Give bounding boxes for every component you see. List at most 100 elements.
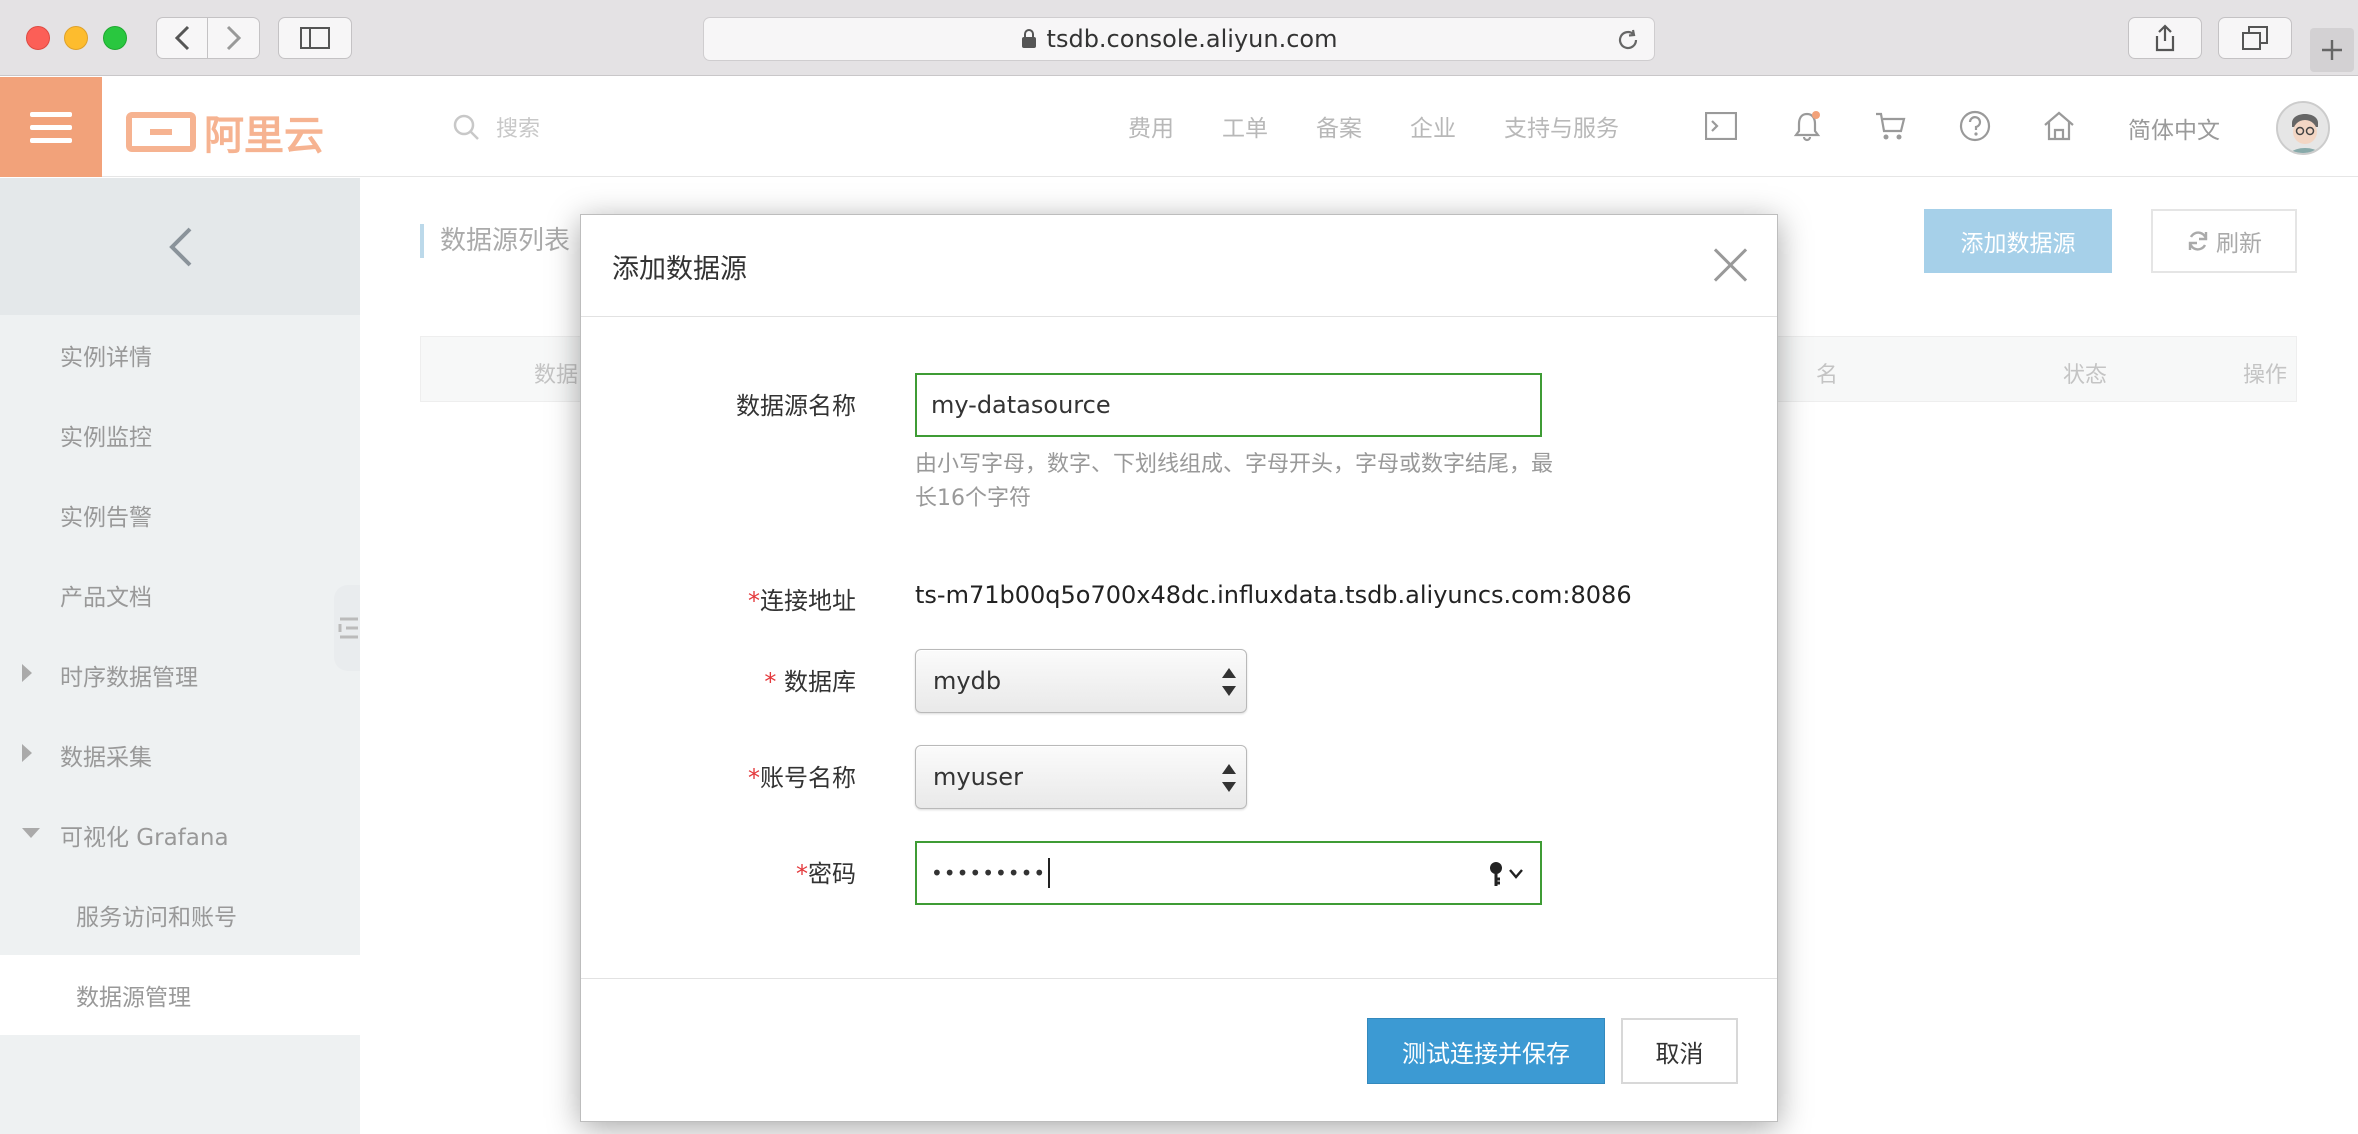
logo-text: 阿里云 [204,113,324,159]
url-text: tsdb.console.aliyun.com [1046,25,1338,53]
cart-icon[interactable] [1874,109,1908,143]
caret-right-icon [22,664,32,682]
select-arrows-icon [1222,764,1236,792]
nav-link-support[interactable]: 支持与服务 [1504,109,1619,143]
connection-address-value: ts-m71b00q5o700x48dc.influxdata.tsdb.ali… [915,581,1632,609]
close-icon[interactable] [1711,245,1751,285]
database-select[interactable]: mydb [915,649,1247,713]
share-button[interactable] [2128,17,2202,59]
plus-icon [2322,40,2342,60]
account-selected-value: myuser [933,763,1023,791]
sidebar-item-instance-details[interactable]: 实例详情 [0,315,360,395]
column-header-action: 操作 [2243,363,2288,388]
add-datasource-button[interactable]: 添加数据源 [1924,209,2112,273]
language-selector[interactable]: 简体中文 [2128,111,2220,145]
top-nav-links: 费用 工单 备案 企业 支持与服务 [1128,109,1619,143]
select-arrows-icon [1222,668,1236,696]
dialog-header: 添加数据源 [581,215,1777,317]
cancel-button[interactable]: 取消 [1621,1018,1738,1084]
test-and-save-button[interactable]: 测试连接并保存 [1367,1018,1605,1084]
terminal-icon[interactable] [1704,109,1738,143]
back-button[interactable] [156,17,208,59]
account-name-label: *账号名称 [748,764,856,792]
sidebar-item-label: 时序数据管理 [60,665,198,691]
datasource-name-hint: 由小写字母，数字、下划线组成、字母开头，字母或数字结尾，最长16个字符 [915,452,1554,511]
aliyun-logo-icon [126,112,196,152]
sidebar-item-label: 数据采集 [60,745,152,771]
sidebar-item-label: 可视化 Grafana [60,825,229,851]
datasource-name-value: my-datasource [931,391,1111,419]
search-placeholder: 搜索 [496,117,541,142]
nav-link-icp[interactable]: 备案 [1316,109,1362,143]
hamburger-icon [30,111,72,117]
share-icon [2155,24,2175,52]
user-avatar-icon [2278,103,2328,153]
forward-button[interactable] [208,17,260,59]
database-selected-value: mydb [933,667,1002,695]
refresh-button[interactable]: 刷新 [2151,209,2297,273]
avatar[interactable] [2276,101,2330,155]
password-mask: ••••••••• [931,861,1047,885]
browser-chrome: tsdb.console.aliyun.com [0,0,2358,76]
connection-address-label: *连接地址 [748,587,856,615]
dialog-title: 添加数据源 [612,254,747,285]
column-header-partial: 名 [1816,363,1839,388]
account-select[interactable]: myuser [915,745,1247,809]
sidebar-item-data-collection[interactable]: 数据采集 [0,715,360,795]
password-input[interactable]: ••••••••• [915,841,1542,905]
column-header-status: 状态 [2063,363,2108,388]
search-icon [453,114,479,140]
nav-link-billing[interactable]: 费用 [1128,109,1174,143]
page-title: 数据源列表 [420,224,570,258]
menu-button[interactable] [0,77,102,177]
refresh-label: 刷新 [2216,231,2262,257]
collapse-handle-icon [338,617,358,639]
sidebar-item-label: 服务访问和账号 [76,905,237,931]
text-caret [1048,858,1051,888]
sidebar-item-datasource-management[interactable]: 数据源管理 [0,955,360,1035]
datasource-name-input[interactable]: my-datasource [915,373,1542,437]
add-datasource-dialog: 添加数据源 数据源名称 my-datasource 由小写字母，数字、下划线组成… [580,214,1778,1122]
sidebar-item-instance-alerts[interactable]: 实例告警 [0,475,360,555]
bell-icon[interactable] [1790,109,1824,143]
back-to-list-button[interactable] [0,178,360,315]
chevron-left-icon [169,227,192,266]
tabs-icon [2242,26,2268,50]
database-label: * 数据库 [764,668,856,696]
address-bar[interactable]: tsdb.console.aliyun.com [703,17,1655,61]
sidebar-item-service-access[interactable]: 服务访问和账号 [0,875,360,955]
console-page: 阿里云 搜索 费用 工单 备案 企业 支持与服务 简体中文 实例详情 实例监控 … [0,77,2358,1134]
lock-icon [1021,29,1036,48]
sidebar-item-instance-monitoring[interactable]: 实例监控 [0,395,360,475]
top-navbar: 阿里云 搜索 费用 工单 备案 企业 支持与服务 简体中文 [0,77,2358,177]
key-icon[interactable] [1486,859,1526,889]
column-header-name: 数据 [534,363,579,388]
sidebar-item-label: 实例告警 [60,505,152,531]
sidebar-toggle-button[interactable] [278,17,352,59]
sidebar-item-label: 实例监控 [60,425,152,451]
password-label: *密码 [796,860,856,888]
close-window-button[interactable] [26,26,50,50]
sidebar-item-product-docs[interactable]: 产品文档 [0,555,360,635]
nav-link-enterprise[interactable]: 企业 [1410,109,1456,143]
sidebar-item-label: 数据源管理 [76,985,191,1011]
chevron-right-icon [226,25,241,51]
search-box[interactable]: 搜索 [452,111,540,143]
help-icon[interactable] [1958,109,1992,143]
sidebar-item-grafana[interactable]: 可视化 Grafana [0,795,360,875]
caret-right-icon [22,744,32,762]
side-navigation: 实例详情 实例监控 实例告警 产品文档 时序数据管理 数据采集 可视化 Graf… [0,178,360,1134]
aliyun-logo[interactable]: 阿里云 [126,103,324,161]
show-tabs-button[interactable] [2218,17,2292,59]
zoom-window-button[interactable] [103,26,127,50]
sidebar-item-label: 产品文档 [60,585,152,611]
reload-icon[interactable] [1616,28,1640,52]
nav-link-tickets[interactable]: 工单 [1222,109,1268,143]
refresh-icon [2188,231,2208,251]
sidebar-item-timeseries-data[interactable]: 时序数据管理 [0,635,360,715]
dialog-footer: 测试连接并保存 取消 [581,978,1777,1123]
minimize-window-button[interactable] [64,26,88,50]
sidebar-item-label: 实例详情 [60,345,152,371]
home-icon[interactable] [2042,109,2076,143]
new-tab-button[interactable] [2310,28,2354,72]
